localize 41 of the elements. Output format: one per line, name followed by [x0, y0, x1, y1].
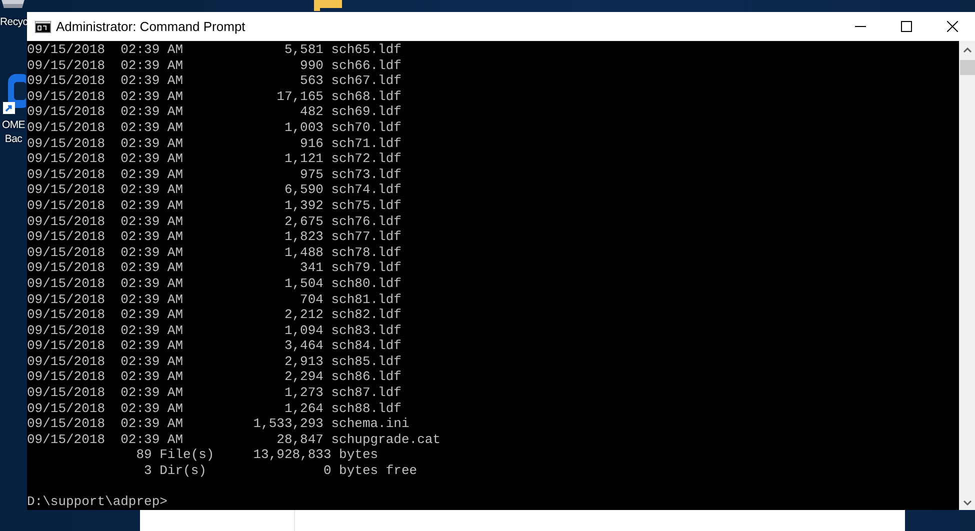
console-line: 09/15/2018 02:39 AM 482 sch69.ldf — [27, 104, 402, 120]
console-line: 09/15/2018 02:39 AM 1,392 sch75.ldf — [27, 198, 402, 214]
scroll-down-icon[interactable] — [962, 500, 972, 506]
console-icon — [35, 20, 51, 32]
icon-label: Recyc — [0, 15, 28, 29]
console-line: 09/15/2018 02:39 AM 5,581 sch65.ldf — [27, 42, 402, 58]
console-line: 3 Dir(s) 0 bytes free — [143, 463, 418, 479]
console-line: 09/15/2018 02:39 AM 17,165 sch68.ldf — [27, 88, 402, 104]
console-line: 09/15/2018 02:39 AM 2,294 sch86.ldf — [27, 369, 402, 386]
console-line: 09/15/2018 02:39 AM 341 sch79.ldf — [27, 260, 402, 276]
app-shortcut-icon[interactable] — [2, 74, 26, 116]
close-icon — [946, 21, 958, 32]
console-line: 09/15/2018 02:39 AM 975 sch73.ldf — [27, 166, 402, 182]
console-line: 09/15/2018 02:39 AM 704 sch81.ldf — [27, 292, 402, 308]
window-title: Administrator: Command Prompt — [56, 19, 246, 34]
console-line: 09/15/2018 02:39 AM 1,273 sch87.ldf — [27, 385, 402, 401]
console-line: 09/15/2018 02:39 AM 1,003 sch70.ldf — [27, 120, 402, 136]
console-line: 09/15/2018 02:39 AM 1,264 sch88.ldf — [27, 400, 402, 416]
console-line: 09/15/2018 02:39 AM 1,533,293 schema.ini — [27, 416, 410, 432]
console-line: 09/15/2018 02:39 AM 1,094 sch83.ldf — [27, 322, 402, 338]
scrollbar-thumb[interactable] — [960, 60, 974, 75]
console-line: 09/15/2018 02:39 AM 1,823 sch77.ldf — [27, 229, 402, 245]
console-line: 09/15/2018 02:39 AM 563 sch67.ldf — [27, 73, 402, 89]
command-prompt[interactable]: D:\support\adprep> — [27, 494, 168, 510]
icon-label: OME — [2, 118, 26, 132]
console-line: 09/15/2018 02:39 AM 28,847 schupgrade.cat — [27, 432, 440, 448]
console-line: 09/15/2018 02:39 AM 2,913 sch85.ldf — [27, 354, 402, 370]
console-line: 09/15/2018 02:39 AM 2,675 sch76.ldf — [27, 214, 402, 230]
scrollbar[interactable] — [959, 41, 975, 510]
console-line: 09/15/2018 02:39 AM 1,121 sch72.ldf — [27, 151, 402, 167]
console-line: 09/15/2018 02:39 AM 990 sch66.ldf — [27, 58, 402, 74]
maximize-icon — [900, 21, 912, 32]
console-line: 09/15/2018 02:39 AM 2,212 sch82.ldf — [27, 307, 402, 323]
console-line: 09/15/2018 02:39 AM 6,590 sch74.ldf — [27, 182, 402, 198]
console-line: 09/15/2018 02:39 AM 916 sch71.ldf — [27, 136, 402, 152]
console-line: 89 File(s) 13,928,833 bytes — [135, 447, 378, 464]
icon-label: Bac — [4, 132, 22, 146]
console-line: 09/15/2018 02:39 AM 3,464 sch84.ldf — [27, 338, 402, 354]
scroll-up-icon[interactable] — [962, 47, 972, 53]
console-line: 09/15/2018 02:39 AM 1,504 sch80.ldf — [27, 276, 402, 292]
console-line: 09/15/2018 02:39 AM 1,488 sch78.ldf — [27, 244, 402, 260]
